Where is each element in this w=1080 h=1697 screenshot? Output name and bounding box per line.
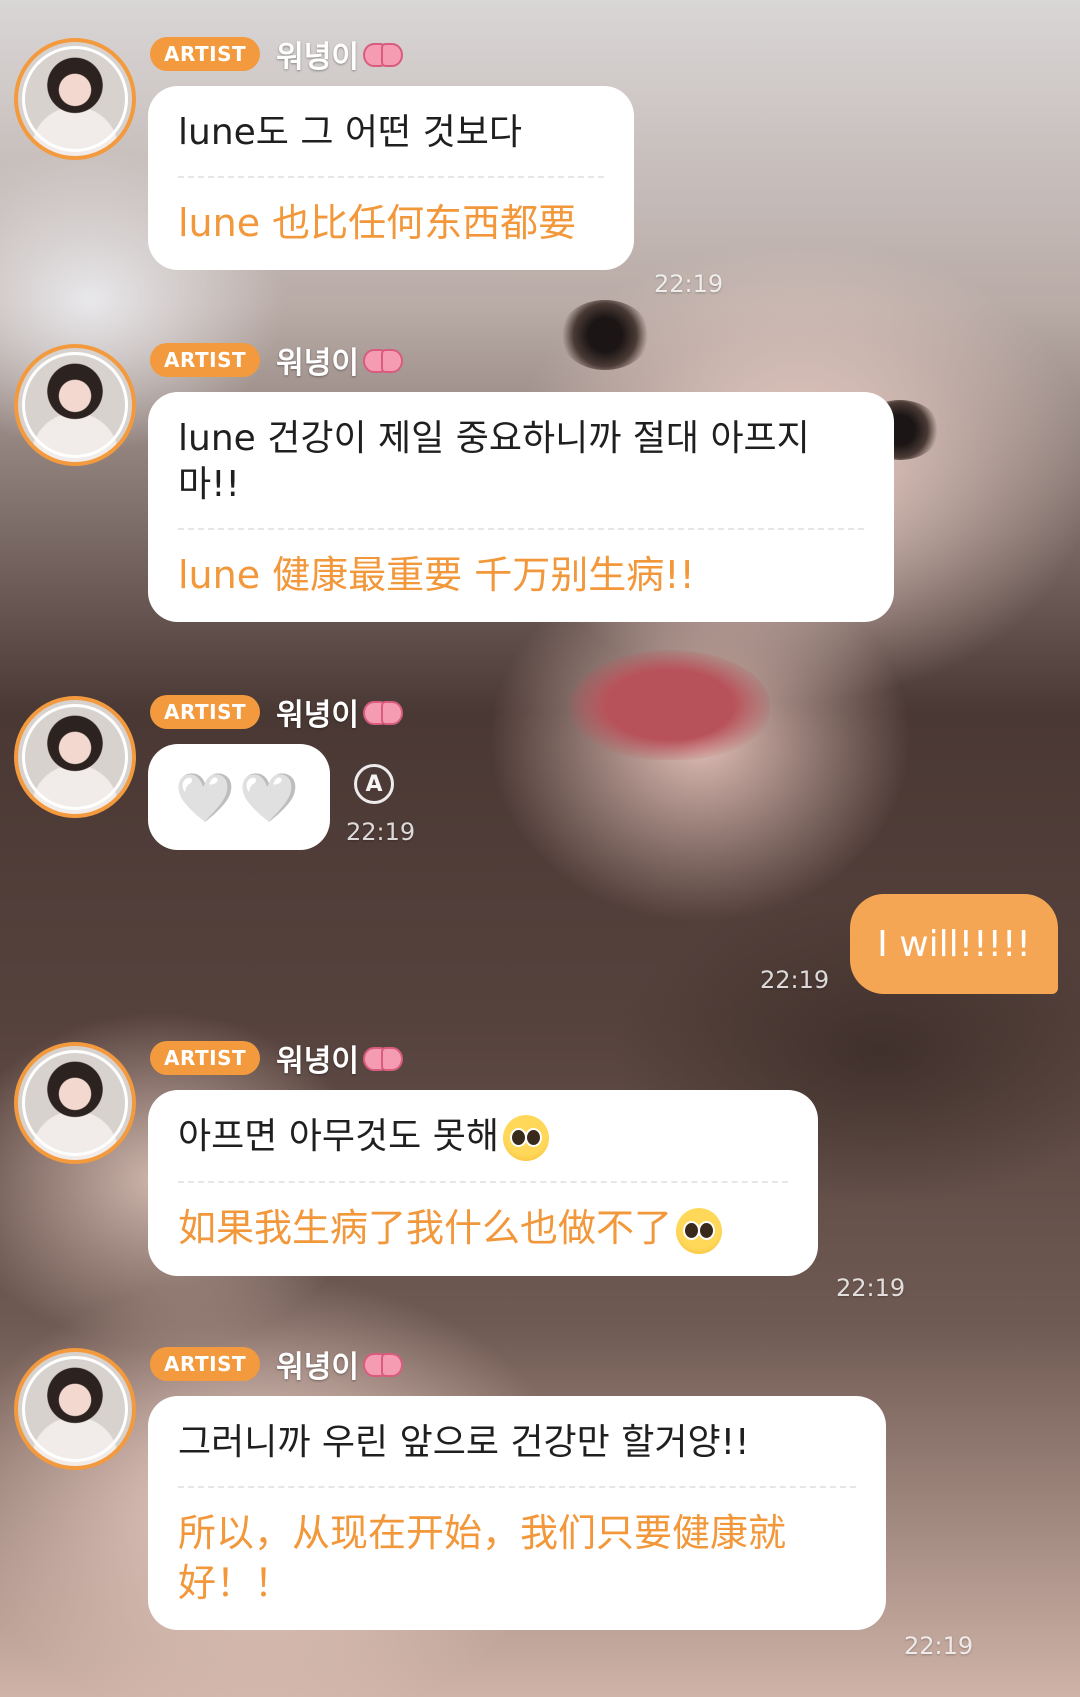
sender-header: ARTIST 워녕이 [150,36,403,75]
sender-avatar[interactable] [14,1042,136,1164]
message-bubble[interactable]: 아프면 아무것도 못해 如果我生病了我什么也做不了 [148,1090,818,1276]
my-message-timestamp: 22:19 [760,966,830,994]
artist-badge: ARTIST [150,37,261,71]
message-bubble[interactable]: 그러니까 우린 앞으로 건강만 할거양!! 所以，从现在开始，我们只要健康就好！… [148,1396,886,1630]
message-korean-text: lune 건강이 제일 중요하니까 절대 아프지 마!! [178,418,810,505]
message-translation-text: lune 健康最重要 千万别生病!! [178,553,695,597]
message-timestamp: 22:19 [346,818,416,846]
bow-emoji-icon [362,697,403,727]
message-korean-line: 아프면 아무것도 못해 [178,1090,788,1181]
sender-name: 워녕이 [276,40,359,75]
sender-header: ARTIST 워녕이 [150,342,403,381]
message-timestamp: 22:19 [654,270,724,298]
sender-avatar[interactable] [14,696,136,818]
message-bubble[interactable]: lune 건강이 제일 중요하니까 절대 아프지 마!! lune 健康最重要 … [148,392,894,622]
translate-icon[interactable]: A [354,764,394,804]
pleading-face-emoji-icon [502,1115,549,1161]
sender-avatar[interactable] [14,38,136,160]
artist-badge: ARTIST [150,695,261,729]
message-timestamp: 22:19 [904,1632,974,1660]
bow-emoji-icon [362,345,403,375]
sender-name: 워녕이 [276,698,359,733]
message-korean-text: lune도 그 어떤 것보다 [178,112,522,153]
message-translation-text: lune 也比任何东西都要 [178,201,577,245]
sender-name: 워녕이 [276,346,359,381]
message-translation-line: 如果我生病了我什么也做不了 [178,1183,788,1276]
message-bubble[interactable]: lune도 그 어떤 것보다 lune 也比任何东西都要 [148,86,634,270]
sender-avatar[interactable] [14,1348,136,1470]
sender-header: ARTIST 워녕이 [150,1040,403,1079]
message-timestamp: 22:19 [836,1274,906,1302]
background-eye-left [560,300,650,370]
artist-badge: ARTIST [150,343,261,377]
sender-name: 워녕이 [276,1350,359,1385]
my-message-bubble[interactable]: I will!!!!! [850,894,1058,994]
bow-emoji-icon [362,1349,403,1379]
sender-header: ARTIST 워녕이 [150,1346,403,1385]
hearts-message-bubble[interactable]: 🤍🤍 [148,744,330,850]
pleading-face-emoji-icon [676,1207,723,1254]
sender-header: ARTIST 워녕이 [150,694,403,733]
artist-badge: ARTIST [150,1347,261,1381]
message-korean-text: 그러니까 우린 앞으로 건강만 할거양!! [178,1422,750,1463]
bow-emoji-icon [362,39,403,69]
message-translation-text: 所以，从现在开始，我们只要健康就好！！ [178,1511,787,1605]
sender-avatar[interactable] [14,344,136,466]
message-korean-text: 아프면 아무것도 못해 [178,1116,499,1157]
sender-name: 워녕이 [276,1044,359,1079]
artist-badge: ARTIST [150,1041,261,1075]
bow-emoji-icon [362,1043,403,1073]
message-translation-text: 如果我生病了我什么也做不了 [178,1206,673,1250]
background-lips [570,650,770,760]
